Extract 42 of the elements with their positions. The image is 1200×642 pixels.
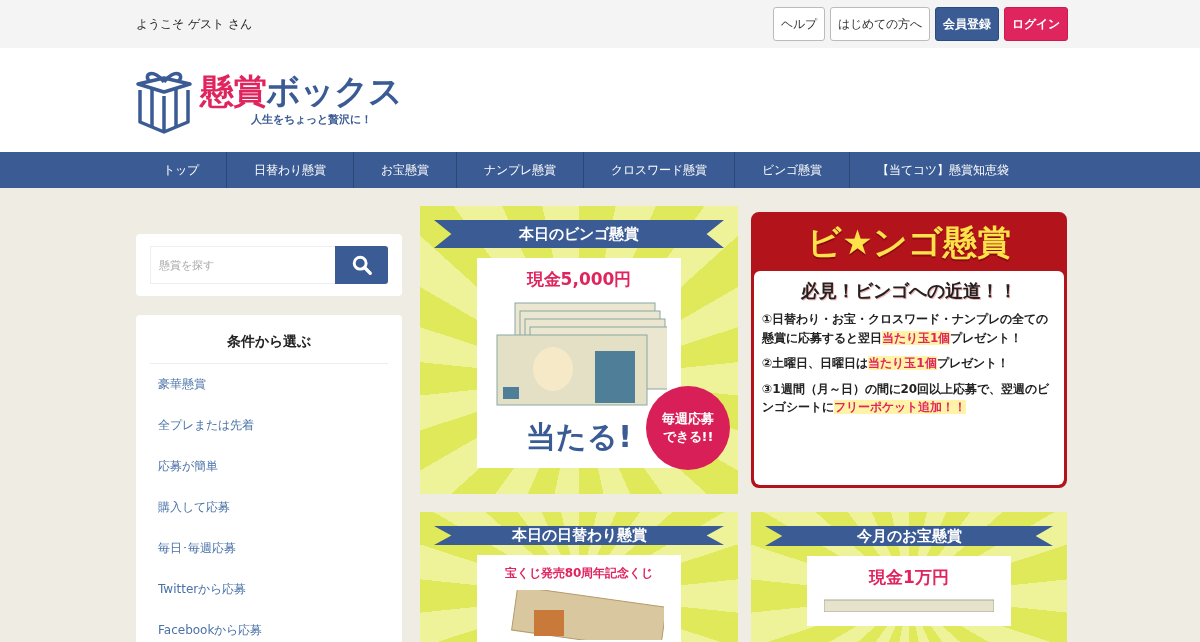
prize-card[interactable]: 今月のお宝懸賞 現金1万円 [751,512,1067,642]
prize-caption: 当たる! [526,418,632,456]
header-button[interactable]: 会員登録 [935,7,999,41]
card-title-ribbon: 本日の日替わり懸賞 [434,526,724,545]
category-link[interactable]: 応募が簡単 [150,446,388,487]
bingo-rule: ③1週間（月～日）の間に20回以上応募で、翌週のビンゴシートにフリーポケット追加！！ [762,380,1051,417]
card-title-ribbon: 今月のお宝懸賞 [765,526,1053,546]
site-tagline: 人生をちょっと贅沢に！ [251,111,372,127]
category-heading: 条件から選ぶ [150,315,388,364]
header-button[interactable]: ログイン [1004,7,1068,41]
prize-card[interactable]: 本日のビンゴ懸賞 現金5,000円 当たる! 毎週応募できる!! [420,206,738,494]
bingo-info-card[interactable]: ビ★ンゴ懸賞 必見！ビンゴへの近道！！ ①日替わり・お宝・クロスワード・ナンプレの全ての懸賞に応募すると翌日 当たり玉1個プレゼント！ ②土曜日、日曜日は当たり玉1個プレゼント！ ③1週間（月～日）の間に20回以上応募で、翌週のビンゴシートにフリーポケット追加！！ [751,212,1067,488]
nav-link[interactable]: 日替わり懸賞 [226,152,353,188]
nav-link[interactable]: クロスワード懸賞 [583,152,734,188]
search-button[interactable] [335,246,388,284]
prize-title: 宝くじ発売80周年記念くじ [504,565,654,582]
header-button[interactable]: はじめての方へ [830,7,930,41]
nav-link[interactable]: お宝懸賞 [353,152,456,188]
prize-title: 現金5,000円 [526,268,632,291]
bingo-heading: 必見！ビンゴへの近道！！ [800,279,1018,303]
category-link[interactable]: 購入して応募 [150,487,388,528]
bingo-title: ビ★ンゴ懸賞 [806,221,1012,264]
bingo-rule: ①日替わり・お宝・クロスワード・ナンプレの全ての懸賞に応募すると翌日 当たり玉1個プレゼント！ [762,311,1050,347]
search-icon [350,254,373,276]
nav-link[interactable]: トップ [136,152,226,188]
category-link[interactable]: 毎日･毎週応募 [150,528,388,569]
prize-card[interactable]: 本日の日替わり懸賞 宝くじ発売80周年記念くじ [420,512,738,642]
category-link[interactable]: Facebookから応募 [150,610,388,642]
nav-link[interactable]: ビンゴ懸賞 [734,152,849,188]
nav-link[interactable]: 【当てコツ】懸賞知恵袋 [849,152,1036,188]
welcome-text: ようこそ ゲスト さん [136,15,252,33]
weekly-entry-badge: 毎週応募できる!! [646,386,730,470]
site-logo-text[interactable]: 懸賞ボックス [200,73,402,108]
category-link[interactable]: Twitterから応募 [150,569,388,610]
search-field[interactable]: 懸賞を探す [150,246,335,284]
header-button[interactable]: ヘルプ [773,7,825,41]
nav-link[interactable]: ナンプレ懸賞 [456,152,583,188]
card-title-ribbon: 本日のビンゴ懸賞 [434,220,724,248]
prize-title: 現金1万円 [869,566,949,589]
category-link[interactable]: 豪華懸賞 [150,364,388,405]
bingo-rule: ②土曜日、日曜日は当たり玉1個プレゼント！ [762,355,1010,373]
category-link[interactable]: 全プレまたは先着 [150,405,388,446]
